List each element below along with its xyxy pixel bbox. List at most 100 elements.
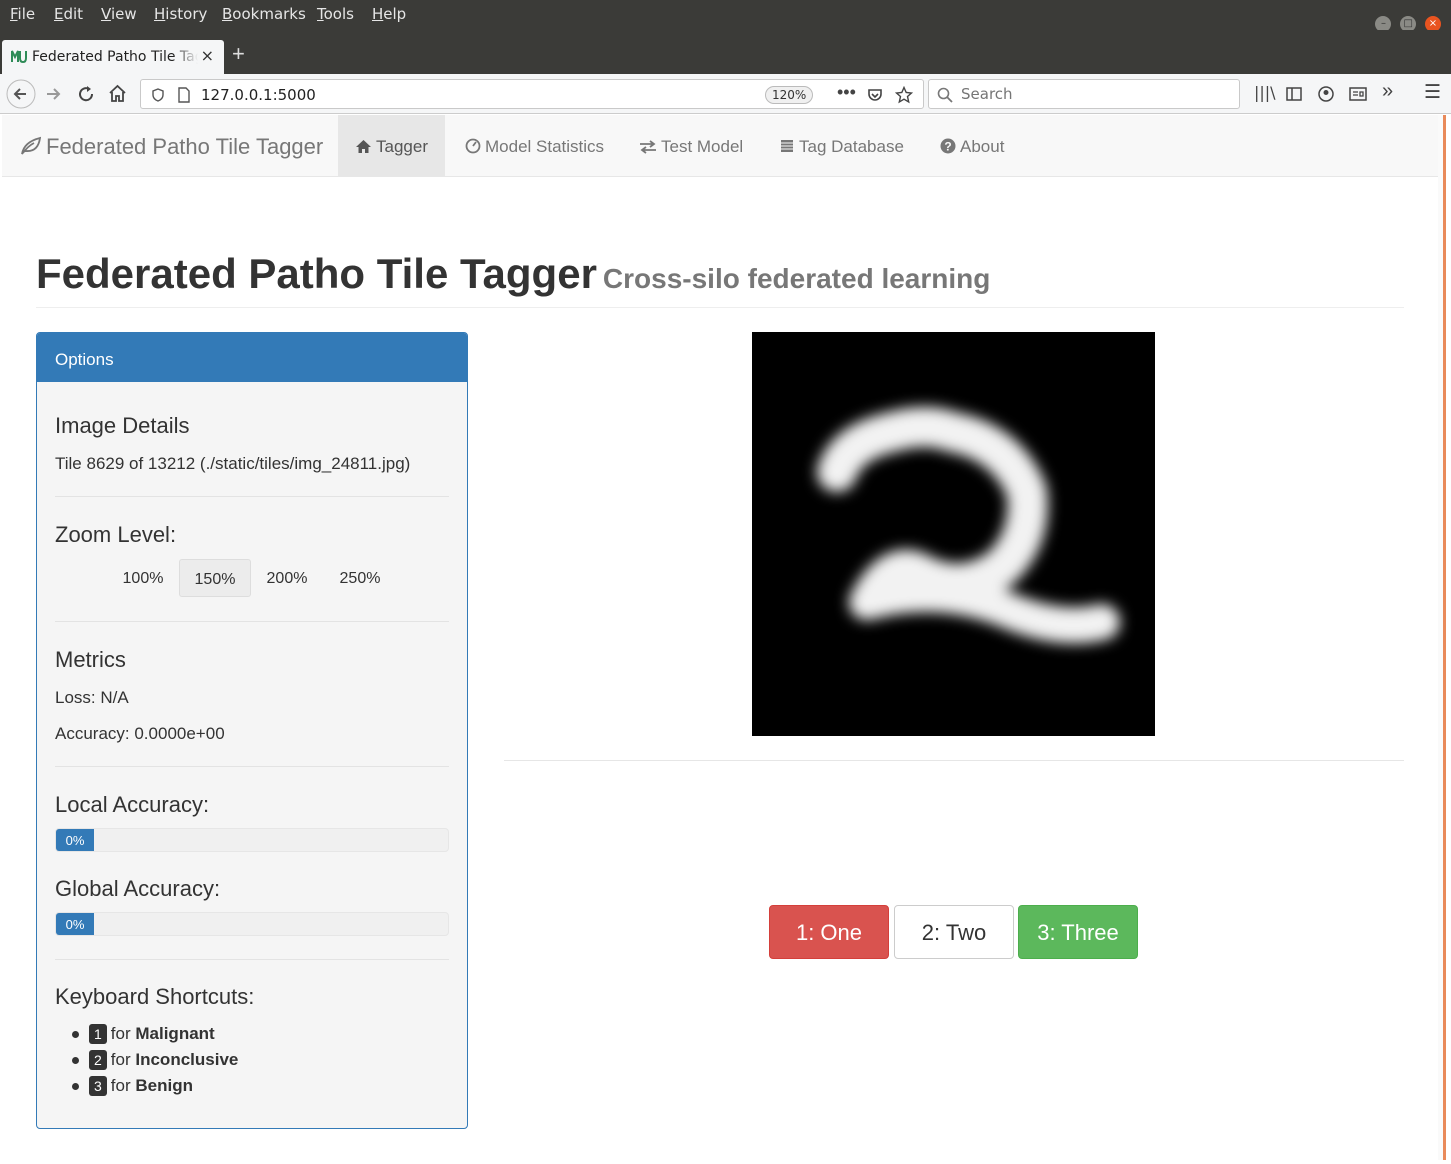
zoom-level-title: Zoom Level: bbox=[55, 522, 177, 547]
content-divider bbox=[504, 760, 1404, 761]
keyboard-shortcuts-title: Keyboard Shortcuts: bbox=[55, 984, 255, 1009]
search-bar[interactable] bbox=[928, 79, 1240, 109]
pocket-icon[interactable] bbox=[867, 87, 883, 103]
shortcut-label: Malignant bbox=[135, 1024, 215, 1043]
tile-image bbox=[752, 332, 1155, 736]
tag-two-button[interactable]: 2: Two bbox=[894, 905, 1014, 959]
menu-help[interactable]: Help bbox=[372, 5, 406, 23]
page-subtitle: Cross-silo federated learning bbox=[602, 263, 991, 294]
nav-tagger[interactable]: Tagger bbox=[338, 115, 445, 176]
url-bar[interactable]: 127.0.0.1:5000 120% ••• bbox=[140, 79, 924, 109]
list-item: 2 for Inconclusive bbox=[71, 1047, 238, 1073]
local-accuracy-progress: 0% bbox=[55, 828, 449, 852]
list-item: 1 for Malignant bbox=[71, 1021, 238, 1047]
menu-bookmarks[interactable]: Bookmarks bbox=[222, 5, 306, 23]
zoom-indicator[interactable]: 120% bbox=[765, 86, 814, 104]
zoom-option-200[interactable]: 200% bbox=[251, 559, 323, 597]
tab-strip: Federated Patho Tile Tagger × + bbox=[0, 30, 1451, 74]
menu-view[interactable]: View bbox=[101, 5, 137, 23]
page-title-text: Federated Patho Tile Tagger bbox=[36, 250, 597, 297]
page-title: Federated Patho Tile Tagger Cross-silo fe… bbox=[36, 250, 990, 298]
menu-tools[interactable]: Tools bbox=[317, 5, 354, 23]
forward-icon[interactable] bbox=[44, 85, 62, 103]
question-circle-icon: ? bbox=[940, 138, 956, 154]
nav-tagger-label: Tagger bbox=[376, 137, 428, 156]
nav-test-model-label: Test Model bbox=[661, 137, 744, 156]
reload-icon[interactable] bbox=[77, 85, 95, 103]
shortcuts-list: 1 for Malignant 2 for Inconclusive 3 for Be… bbox=[71, 1021, 238, 1099]
menu-history[interactable]: History bbox=[154, 5, 207, 23]
database-icon bbox=[781, 140, 793, 152]
scrollbar-accent bbox=[1443, 115, 1446, 1160]
nav-about[interactable]: ? About bbox=[923, 115, 1021, 176]
browser-menubar: File Edit View History Bookmarks Tools H… bbox=[0, 0, 1451, 32]
home-icon bbox=[356, 140, 371, 153]
sidebar-icon[interactable] bbox=[1286, 86, 1302, 102]
transfer-icon bbox=[640, 140, 656, 154]
metrics-title: Metrics bbox=[55, 647, 126, 672]
local-accuracy-bar: 0% bbox=[56, 829, 94, 851]
search-input[interactable] bbox=[959, 84, 1229, 104]
key-badge: 2 bbox=[89, 1050, 107, 1070]
tab-title: Federated Patho Tile Tagger bbox=[32, 49, 198, 65]
accuracy-text: Accuracy: 0.0000e+00 bbox=[55, 724, 225, 743]
menu-edit[interactable]: Edit bbox=[54, 5, 83, 23]
tile-image-content bbox=[752, 332, 1155, 736]
overflow-chevron-icon[interactable]: » bbox=[1382, 80, 1393, 103]
nav-tag-database-label: Tag Database bbox=[799, 137, 904, 156]
list-item: 3 for Benign bbox=[71, 1073, 238, 1099]
local-accuracy-title: Local Accuracy: bbox=[55, 792, 210, 817]
home-icon[interactable] bbox=[108, 84, 127, 103]
browser-toolbar: 127.0.0.1:5000 120% ••• |||\ » ☰ bbox=[0, 74, 1451, 114]
shortcut-text: for bbox=[110, 1024, 131, 1043]
divider bbox=[55, 496, 449, 497]
title-divider bbox=[36, 307, 1404, 308]
zoom-option-150[interactable]: 150% bbox=[179, 559, 251, 597]
key-badge: 3 bbox=[89, 1076, 107, 1096]
new-tab-icon[interactable]: + bbox=[232, 43, 245, 65]
account-icon[interactable] bbox=[1318, 86, 1334, 102]
loss-text: Loss: N/A bbox=[55, 688, 129, 707]
global-accuracy-progress: 0% bbox=[55, 912, 449, 936]
brand-text: Federated Patho Tile Tagger bbox=[46, 134, 324, 159]
key-badge: 1 bbox=[89, 1024, 107, 1044]
divider bbox=[55, 959, 449, 960]
image-details-title: Image Details bbox=[55, 413, 190, 438]
page-info-icon[interactable] bbox=[177, 87, 191, 103]
url-text[interactable]: 127.0.0.1:5000 bbox=[201, 86, 316, 104]
tag-one-button[interactable]: 1: One bbox=[769, 905, 889, 959]
site-navbar: Federated Patho Tile Tagger Tagger Model… bbox=[2, 115, 1438, 177]
leaf-icon bbox=[21, 136, 42, 155]
brand[interactable]: Federated Patho Tile Tagger bbox=[20, 134, 323, 160]
search-icon bbox=[937, 87, 953, 103]
page-actions-icon[interactable]: ••• bbox=[837, 82, 856, 103]
global-accuracy-title: Global Accuracy: bbox=[55, 876, 221, 901]
shortcut-text: for bbox=[110, 1050, 131, 1069]
global-accuracy-bar: 0% bbox=[56, 913, 94, 935]
nav-about-label: About bbox=[960, 137, 1005, 156]
image-details-text: Tile 8629 of 13212 (./static/tiles/img_2… bbox=[55, 454, 411, 473]
back-icon[interactable] bbox=[6, 79, 36, 109]
shortcut-text: for bbox=[110, 1076, 131, 1095]
browser-tab[interactable]: Federated Patho Tile Tagger × bbox=[2, 40, 224, 74]
close-tab-icon[interactable]: × bbox=[201, 46, 214, 65]
options-heading: Options bbox=[37, 333, 467, 382]
reader-view-icon[interactable] bbox=[1349, 86, 1367, 102]
nav-tag-database[interactable]: Tag Database bbox=[762, 115, 921, 176]
bookmark-star-icon[interactable] bbox=[895, 86, 913, 104]
zoom-option-100[interactable]: 100% bbox=[107, 559, 179, 597]
window-controls: – □ × bbox=[1371, 12, 1441, 32]
hamburger-menu-icon[interactable]: ☰ bbox=[1424, 81, 1441, 104]
menu-file[interactable]: File bbox=[10, 5, 35, 23]
tag-three-button[interactable]: 3: Three bbox=[1018, 905, 1138, 959]
nav-model-statistics-label: Model Statistics bbox=[485, 137, 605, 156]
shield-icon[interactable] bbox=[151, 88, 165, 102]
options-panel: Options Image Details Tile 8629 of 13212… bbox=[36, 332, 468, 1129]
dashboard-icon bbox=[465, 138, 481, 154]
divider bbox=[55, 621, 449, 622]
site-favicon-icon bbox=[11, 50, 27, 64]
nav-test-model[interactable]: Test Model bbox=[622, 115, 760, 176]
zoom-option-250[interactable]: 250% bbox=[324, 559, 396, 597]
nav-model-statistics[interactable]: Model Statistics bbox=[448, 115, 621, 176]
library-icon[interactable]: |||\ bbox=[1254, 83, 1276, 102]
